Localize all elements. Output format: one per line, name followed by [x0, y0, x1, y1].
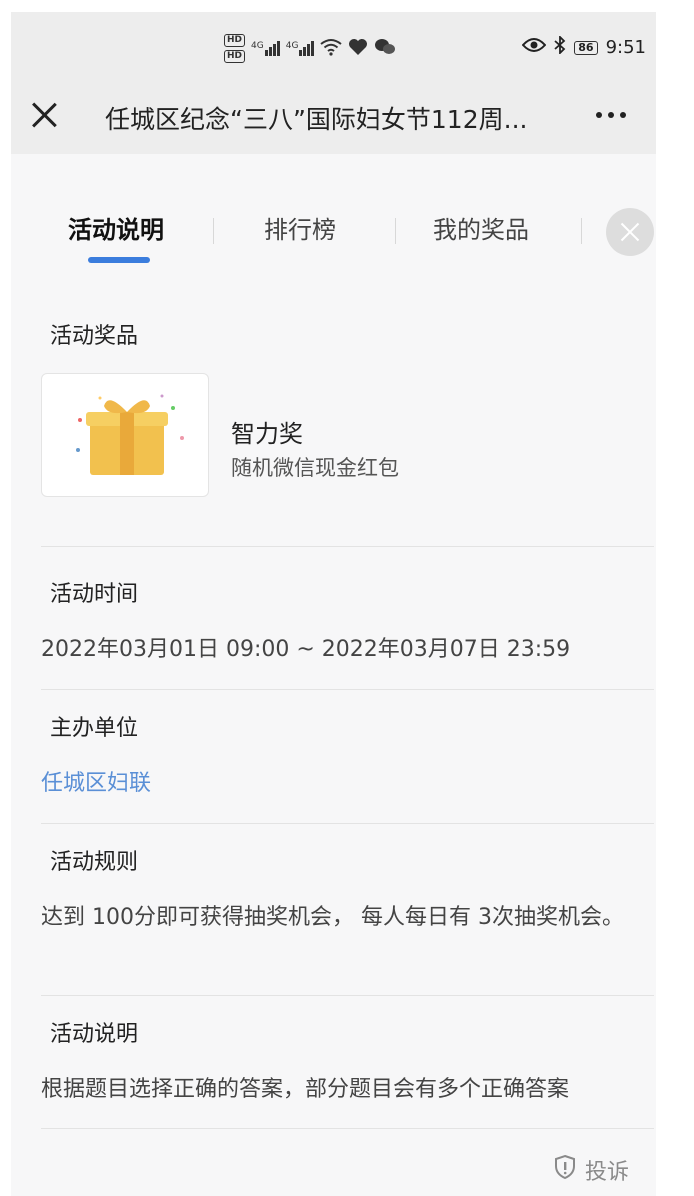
description-text: 根据题目选择正确的答案，部分题目会有多个正确答案	[41, 1077, 570, 1102]
prize-name: 智力奖	[231, 420, 303, 448]
rules-text: 达到 100分即可获得抽奖机会， 每人每日有 3次抽奖机会。	[41, 905, 624, 930]
section-label-text: 活动说明	[50, 1022, 139, 1047]
divider	[41, 689, 654, 690]
clock: 9:51	[605, 37, 646, 58]
section-label-text: 主办单位	[50, 716, 139, 741]
divider	[41, 995, 654, 996]
tab-leaderboard[interactable]: 排行榜	[264, 210, 336, 245]
network1-label: 4G	[251, 41, 264, 51]
battery-icon: 86	[574, 40, 598, 55]
section-label-text: 活动时间	[50, 582, 139, 607]
active-tab-indicator	[88, 257, 150, 263]
tab-bar: 活动说明 排行榜 我的奖品	[11, 210, 656, 270]
bluetooth-icon	[554, 34, 566, 59]
phone-screen: HD HD 4G 4G 86 9:51 任城区纪念“三八”国际妇女节112周..…	[11, 12, 656, 1196]
wifi-icon	[320, 38, 343, 60]
section-label-time: 活动时间	[42, 574, 156, 614]
section-label-prizes: 活动奖品	[42, 316, 156, 356]
signal1-icon: 4G	[251, 41, 280, 56]
title-bar: 任城区纪念“三八”国际妇女节112周...	[11, 76, 656, 154]
sim2-icon: HD	[224, 50, 246, 63]
heart-icon	[348, 38, 368, 60]
prize-description: 随机微信现金红包	[231, 456, 399, 480]
signal2-icon: 4G	[286, 41, 315, 56]
sim-icons: HD HD	[224, 34, 246, 63]
organizer-link[interactable]: 任城区妇联	[41, 766, 653, 802]
tab-divider	[213, 218, 214, 244]
divider	[41, 546, 654, 547]
section-label-text: 活动规则	[50, 850, 139, 875]
divider	[41, 1128, 654, 1129]
close-panel-icon[interactable]	[606, 208, 654, 256]
close-icon[interactable]	[29, 100, 59, 130]
tab-divider	[581, 218, 582, 244]
divider	[41, 823, 654, 824]
status-bar: HD HD 4G 4G 86 9:51	[11, 12, 656, 76]
network2-label: 4G	[285, 41, 299, 51]
section-label-rules: 活动规则	[42, 842, 156, 882]
report-label: 投诉	[585, 1160, 630, 1185]
page-title: 任城区纪念“三八”国际妇女节112周...	[105, 105, 528, 134]
more-options-icon[interactable]	[596, 112, 626, 118]
sim1-icon: HD	[224, 34, 246, 47]
status-left-icons: HD HD 4G 4G	[224, 34, 396, 63]
section-label-text: 活动奖品	[50, 324, 139, 349]
status-right-icons: 86 9:51	[521, 34, 646, 59]
eye-icon	[521, 37, 547, 58]
wechat-icon	[374, 38, 396, 60]
tab-my-prizes[interactable]: 我的奖品	[433, 210, 529, 245]
gift-box-icon	[76, 394, 184, 475]
section-label-description: 活动说明	[42, 1014, 156, 1054]
tab-activity-description[interactable]: 活动说明	[68, 210, 164, 245]
section-label-organizer: 主办单位	[42, 708, 156, 748]
activity-time-value: 2022年03月01日 09:00 ~ 2022年03月07日 23:59	[41, 637, 571, 662]
report-button[interactable]: 投诉	[553, 1154, 629, 1186]
shield-alert-icon	[553, 1154, 577, 1186]
prize-image	[41, 373, 209, 497]
tab-divider	[395, 218, 396, 244]
